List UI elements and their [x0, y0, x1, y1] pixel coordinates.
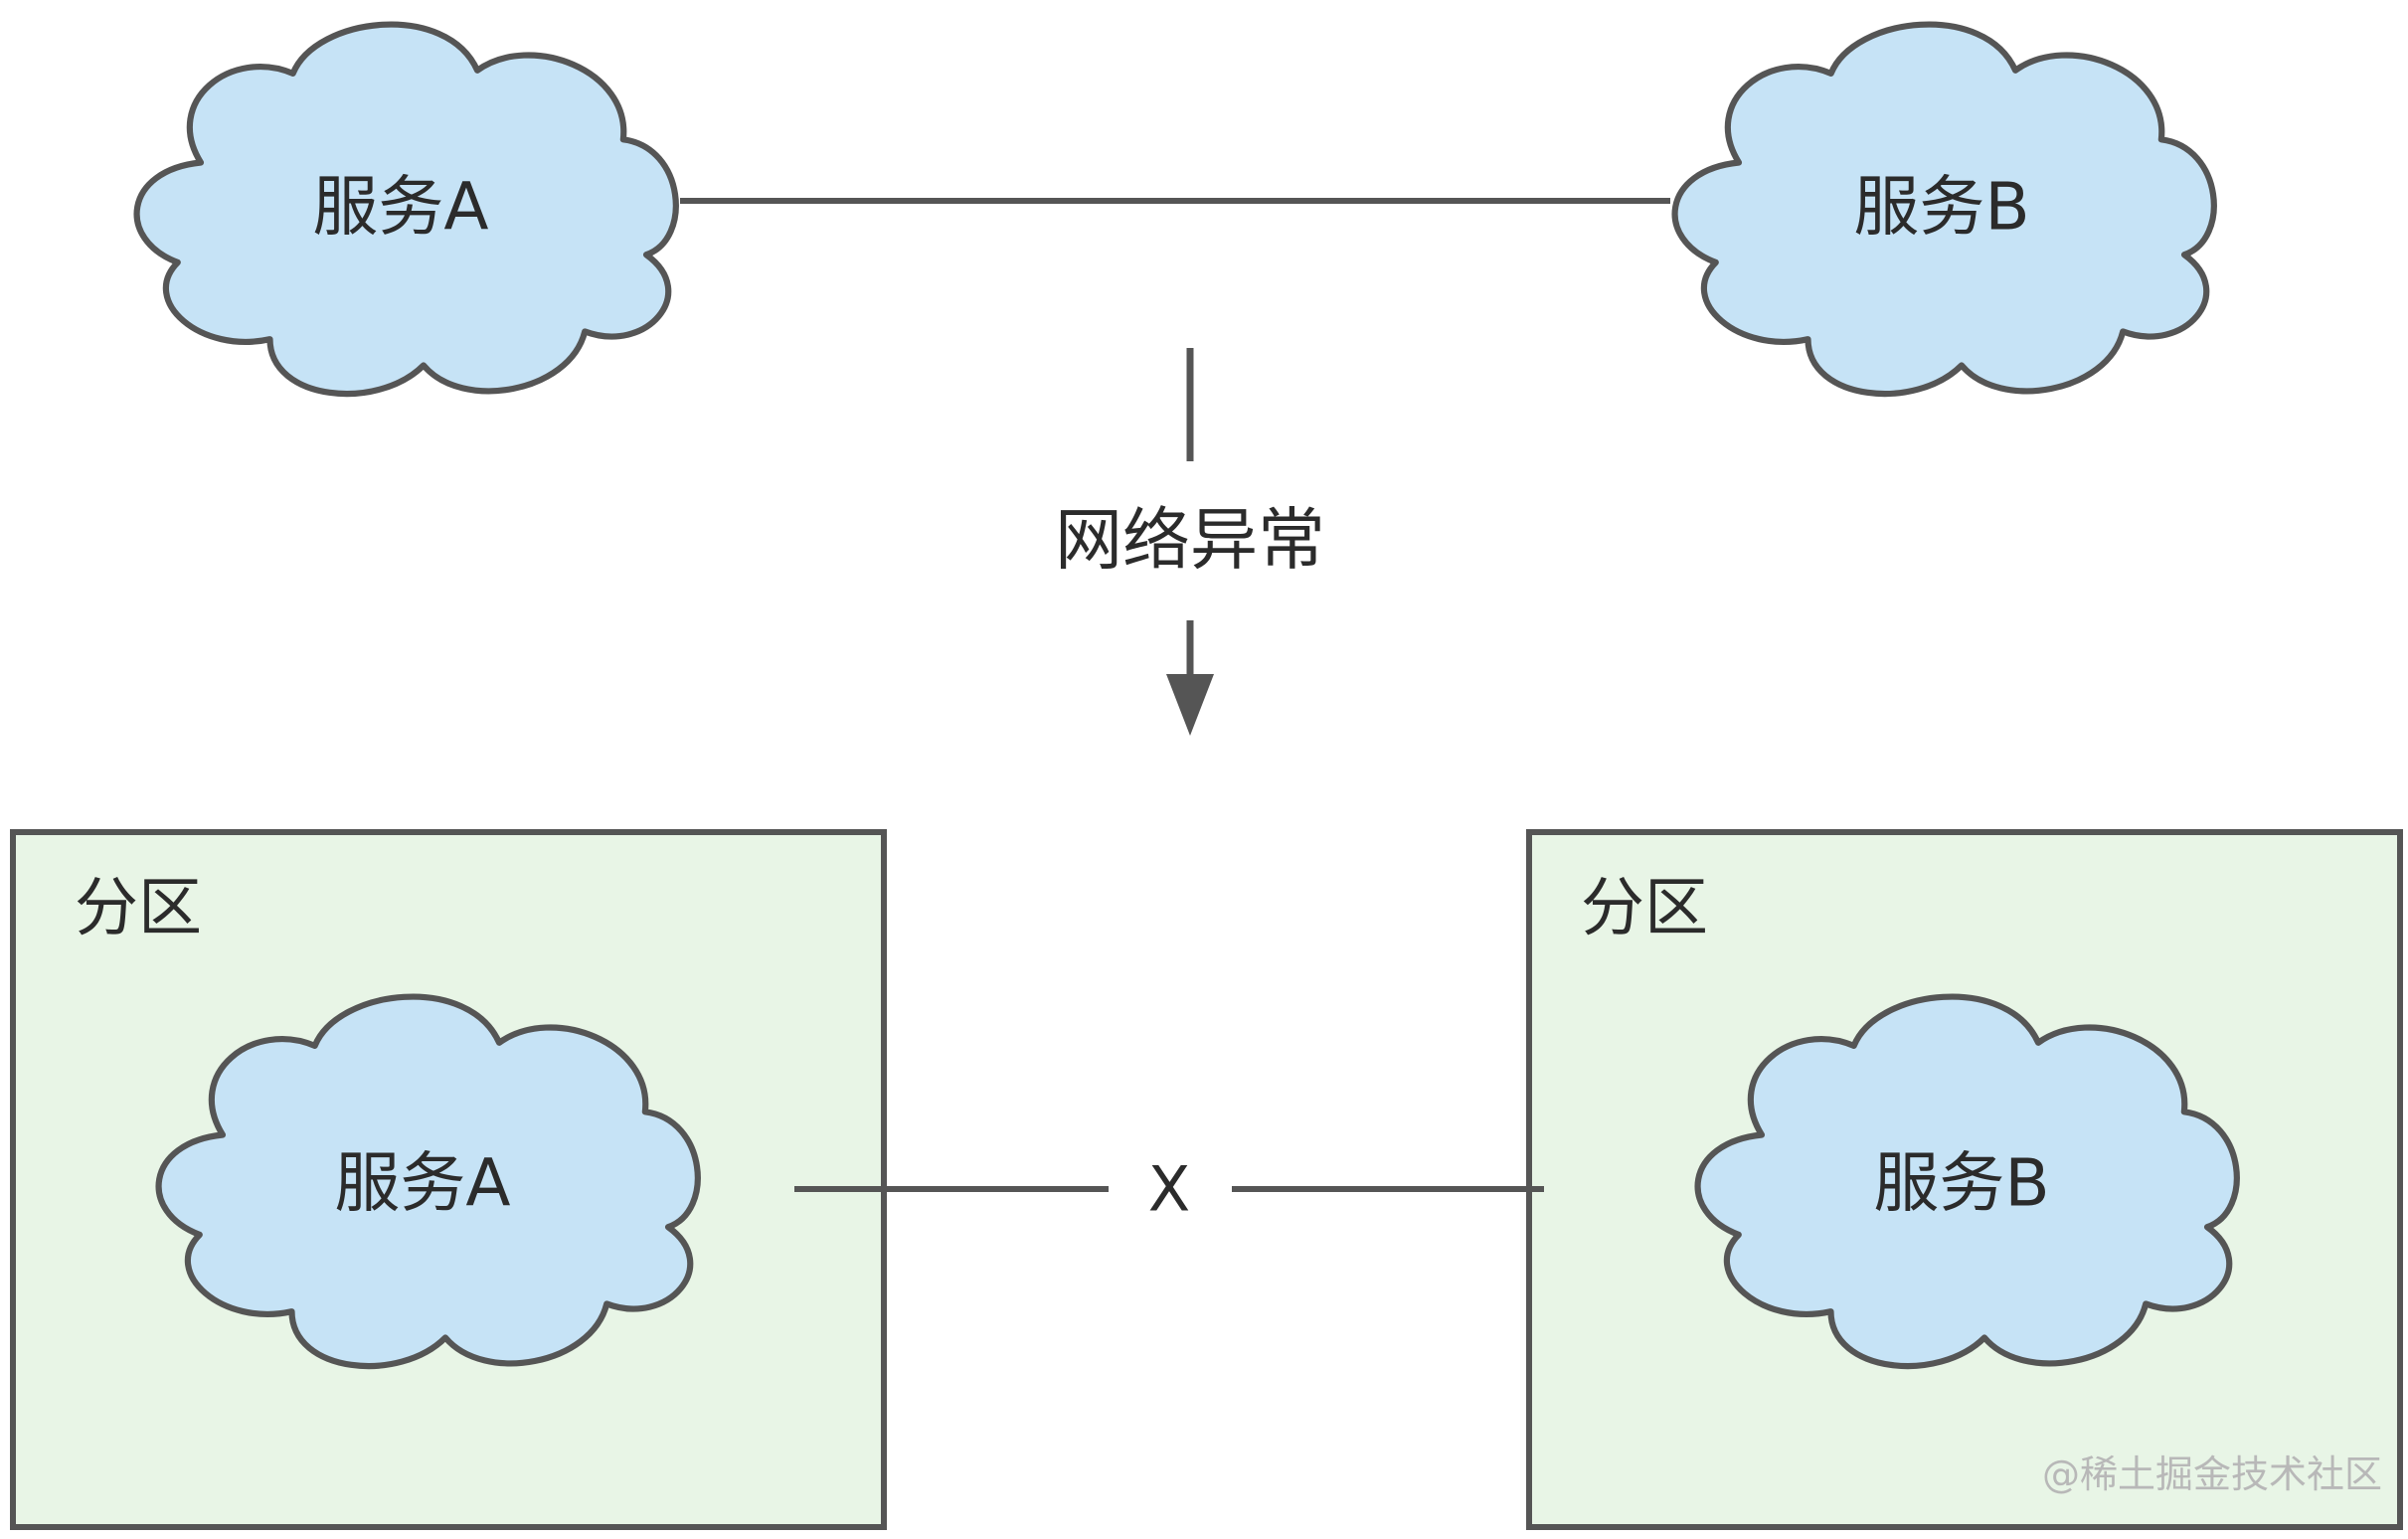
watermark: @稀土掘金技术社区	[2042, 1453, 2382, 1496]
top-service-a-label: 服务A	[312, 169, 488, 246]
arrow-down-icon	[1166, 674, 1214, 736]
transition-label: 网络异常	[1055, 502, 1325, 581]
top-service-b-label: 服务B	[1853, 169, 2029, 246]
bottom-service-b-label: 服务B	[1873, 1145, 2049, 1222]
bottom-partitioned-state: 分区 分区 服务A 服务B X	[10, 829, 2403, 1530]
bottom-service-a-label: 服务A	[334, 1145, 510, 1222]
broken-link-mark: X	[1148, 1153, 1190, 1226]
partition-left-label: 分区	[75, 872, 202, 945]
network-partition-diagram: 服务A 服务B 网络异常 分区 分区 服务A 服务B X @稀土掘金技术社区	[10, 0, 2403, 1530]
top-connected-state: 服务A 服务B	[137, 25, 2214, 394]
transition-arrow: 网络异常	[1055, 348, 1325, 736]
partition-right-label: 分区	[1581, 872, 1708, 945]
